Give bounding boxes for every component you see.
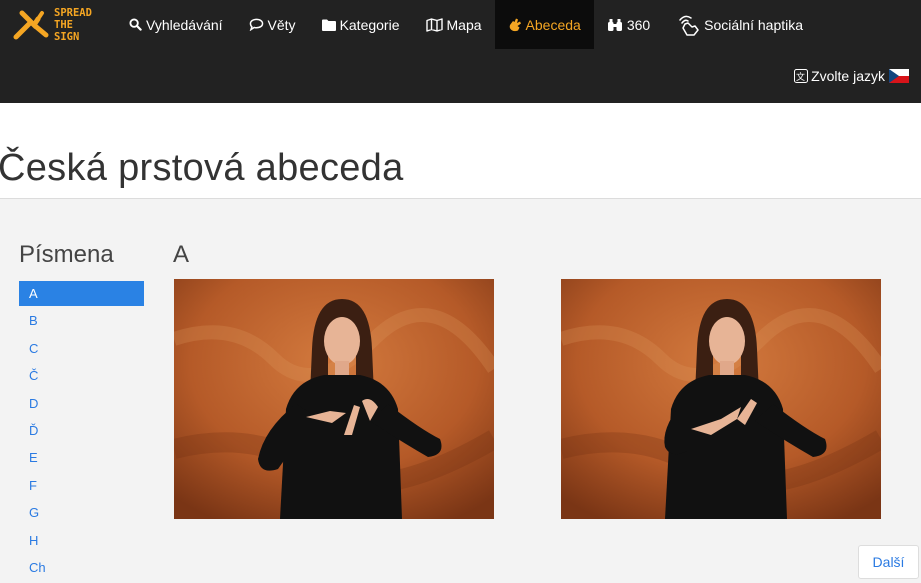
touch-icon	[679, 15, 699, 36]
nav-label: Věty	[267, 16, 296, 33]
svg-text:文: 文	[796, 71, 805, 83]
brand-logo-icon	[13, 10, 49, 40]
nav-label: Vyhledávání	[146, 16, 223, 33]
letter-item-d[interactable]: D	[19, 391, 144, 418]
current-letter-heading: A	[173, 241, 190, 268]
letter-item-c-caron[interactable]: Č	[19, 363, 144, 390]
map-icon	[425, 17, 443, 32]
letter-list: A B C Č D Ď E F G H Ch	[19, 281, 144, 582]
search-icon	[129, 18, 142, 31]
language-icon: 文	[794, 69, 809, 83]
main-nav: Vyhledávání Věty Kategorie Mapa Abeceda …	[116, 0, 816, 49]
next-button[interactable]: Další	[858, 545, 919, 579]
title-band: Česká prstová abeceda	[0, 103, 921, 199]
letter-item-a[interactable]: A	[19, 281, 144, 306]
nav-label: Abeceda	[525, 16, 581, 33]
letter-item-ch[interactable]: Ch	[19, 555, 144, 582]
letter-item-g[interactable]: G	[19, 500, 144, 527]
brand-logo[interactable]: SPREAD THE SIGN	[12, 5, 112, 45]
czech-flag-icon	[889, 69, 909, 83]
letter-item-h[interactable]: H	[19, 528, 144, 555]
sign-photo-1[interactable]	[174, 279, 494, 519]
nav-label: Kategorie	[339, 16, 400, 33]
nav-item-sentences[interactable]: Věty	[236, 0, 309, 49]
top-navbar: SPREAD THE SIGN Vyhledávání Věty Kategor…	[0, 0, 921, 103]
speech-bubble-icon	[249, 18, 263, 31]
brand-text: SPREAD THE SIGN	[54, 7, 92, 43]
page-title: Česká prstová abeceda	[0, 147, 404, 189]
hand-icon	[509, 18, 521, 32]
sign-photo-2[interactable]	[561, 279, 881, 519]
folder-icon	[321, 19, 336, 31]
letter-item-b[interactable]: B	[19, 308, 144, 335]
nav-item-social-haptics[interactable]: Sociální haptika	[663, 0, 816, 49]
nav-item-search[interactable]: Vyhledávání	[116, 0, 236, 49]
language-label: Zvolte jazyk	[811, 68, 885, 84]
binoculars-icon	[607, 18, 622, 31]
nav-item-360[interactable]: 360	[594, 0, 663, 49]
nav-item-map[interactable]: Mapa	[413, 0, 495, 49]
letter-item-d-caron[interactable]: Ď	[19, 418, 144, 445]
nav-item-categories[interactable]: Kategorie	[309, 0, 413, 49]
nav-item-alphabet[interactable]: Abeceda	[494, 0, 594, 49]
sign-photo-1-image	[174, 279, 494, 519]
letter-item-e[interactable]: E	[19, 445, 144, 472]
brand-line-3: SIGN	[54, 31, 80, 43]
nav-label: Mapa	[446, 16, 482, 33]
sign-photo-2-image	[561, 279, 881, 519]
language-selector[interactable]: 文 Zvolte jazyk	[794, 68, 909, 84]
letter-item-f[interactable]: F	[19, 473, 144, 500]
nav-label: 360	[626, 16, 651, 33]
brand-line-1: SPREAD	[54, 7, 92, 19]
sidebar-title: Písmena	[19, 241, 114, 268]
nav-label: Sociální haptika	[704, 16, 804, 33]
brand-line-2: THE	[54, 19, 73, 31]
letter-item-c[interactable]: C	[19, 336, 144, 363]
